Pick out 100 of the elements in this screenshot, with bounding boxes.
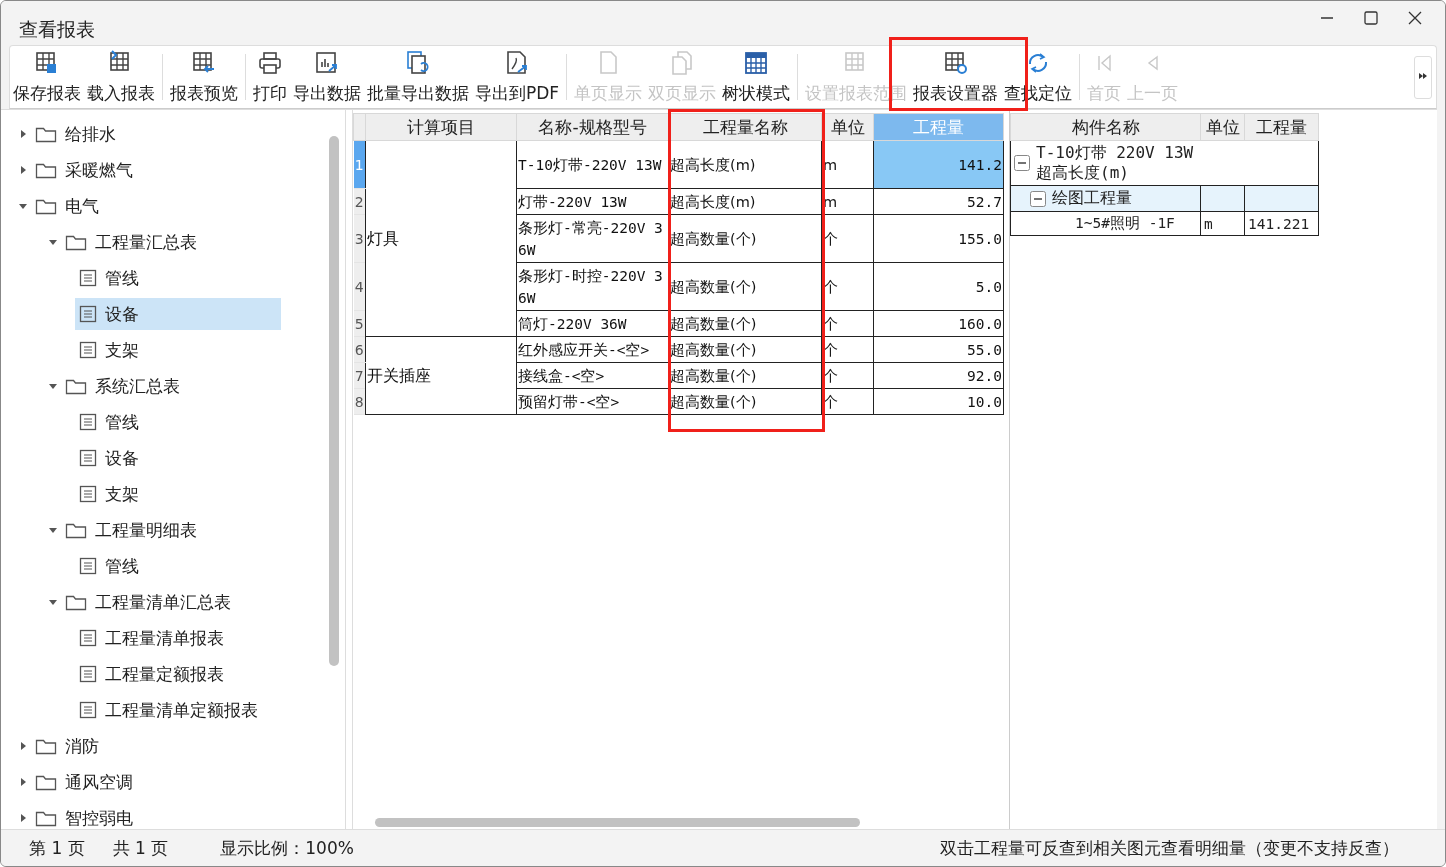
list-icon (79, 449, 97, 467)
tree-item[interactable]: 管线 (75, 262, 145, 294)
expand-arrow-icon[interactable] (48, 597, 58, 607)
collapse-arrow-icon[interactable] (18, 129, 28, 139)
table-cell: 超高长度(m) (668, 140, 822, 189)
row-number[interactable]: 8 (353, 388, 366, 415)
list-icon (79, 485, 97, 503)
table-cell: 10.0 (873, 388, 1004, 415)
collapse-arrow-icon[interactable] (18, 777, 28, 787)
expand-arrow-icon[interactable] (48, 237, 58, 247)
expand-arrow-icon[interactable] (18, 201, 28, 211)
table-cell: 141.221 (1244, 211, 1319, 236)
tree-item[interactable]: 工程量清单汇总表 (61, 586, 237, 618)
toolbar-button[interactable]: 报表预览 (167, 48, 241, 106)
tree-item[interactable]: 工程量清单定额报表 (75, 694, 264, 726)
tree-item[interactable]: 支架 (75, 478, 145, 510)
table-settings-icon (942, 50, 969, 76)
tree-item[interactable]: 智控弱电 (31, 802, 139, 829)
row-number[interactable]: 6 (353, 336, 366, 363)
list-icon (79, 665, 97, 683)
table-cell: 55.0 (873, 336, 1004, 363)
table-cell: 超高数量(个) (668, 388, 822, 415)
tree-node-text: T-10灯带 220V 13W (1036, 143, 1194, 163)
tree-item[interactable]: 管线 (75, 550, 145, 582)
tree-node-text: 超高长度(m) (1036, 163, 1130, 183)
toolbar-button[interactable]: 报表设置器 (910, 48, 1002, 106)
row-number[interactable]: 3 (353, 214, 366, 263)
table-cell: 5.0 (873, 262, 1004, 311)
column-header[interactable]: 构件名称 (1010, 113, 1201, 141)
toolbar-button[interactable]: 导出数据 (290, 48, 364, 106)
tree-item[interactable]: 通风空调 (31, 766, 139, 798)
chart-export-icon (314, 50, 340, 76)
tree-item[interactable]: 设备 (75, 442, 145, 474)
collapse-arrow-icon[interactable] (18, 813, 28, 823)
toolbar-button[interactable]: 打印 (250, 48, 290, 106)
column-header[interactable]: 工程量名称 (668, 113, 822, 141)
list-icon (79, 557, 97, 575)
table-cell: 92.0 (873, 362, 1004, 389)
folder-icon (35, 737, 57, 755)
row-number[interactable]: 4 (353, 262, 366, 311)
tree-item[interactable]: 系统汇总表 (61, 370, 186, 402)
list-icon (79, 701, 97, 719)
tree-item[interactable]: 给排水 (31, 118, 122, 150)
page-number: 第 1 页 (29, 836, 85, 860)
scrollbar-thumb[interactable] (375, 817, 860, 827)
toolbar-button[interactable]: 载入报表 (84, 48, 158, 106)
tree-item[interactable]: 工程量清单报表 (75, 622, 230, 654)
expand-arrow-icon[interactable] (48, 525, 58, 535)
toolbar-button[interactable]: 批量导出数据 (364, 48, 472, 106)
maximize-button[interactable] (1363, 10, 1379, 26)
collapse-arrow-icon[interactable] (18, 165, 28, 175)
table-cell: 超高长度(m) (668, 188, 822, 215)
table-cell: 超高数量(个) (668, 362, 822, 389)
toolbar-button[interactable]: 保存报表 (10, 48, 84, 106)
table-cell: 超高数量(个) (668, 262, 822, 311)
page-count: 共 1 页 (112, 836, 169, 860)
double-arrow-icon (1418, 70, 1428, 81)
tree-item[interactable]: 管线 (75, 406, 145, 438)
tree-item[interactable]: 工程量汇总表 (61, 226, 203, 258)
table-cell: 141.2 (873, 140, 1004, 189)
folder-icon (35, 809, 57, 827)
toolbar-button[interactable]: 树状模式 (719, 48, 794, 106)
printer-icon (257, 50, 283, 76)
column-header[interactable]: 工程量 (1244, 113, 1319, 141)
table-icon (743, 50, 770, 76)
table-cell: 超高数量(个) (668, 336, 822, 363)
tree-item[interactable]: 支架 (75, 334, 145, 366)
more-button[interactable] (1414, 55, 1432, 99)
toolbar-button[interactable]: 导出到PDF (472, 48, 563, 106)
tree-item[interactable]: 工程量定额报表 (75, 658, 230, 690)
documents-icon (405, 50, 431, 76)
table-cell: 155.0 (873, 214, 1004, 263)
row-number[interactable]: 7 (353, 362, 366, 389)
close-button[interactable] (1407, 10, 1423, 26)
folder-icon (35, 197, 57, 215)
tree-item[interactable]: 消防 (31, 730, 105, 762)
collapse-arrow-icon[interactable] (18, 741, 28, 751)
folder-icon (65, 521, 87, 539)
tree-item[interactable]: 工程量明细表 (61, 514, 203, 546)
folder-icon (35, 161, 57, 179)
tree-item[interactable]: 设备 (75, 298, 281, 330)
collapse-icon[interactable] (1030, 190, 1046, 207)
tree-item[interactable]: 采暖燃气 (31, 154, 139, 186)
column-header[interactable]: 计算项目 (365, 113, 517, 141)
tree-item[interactable]: 电气 (31, 190, 105, 222)
row-number[interactable]: 2 (353, 188, 366, 215)
list-icon (79, 341, 97, 359)
folder-icon (35, 773, 57, 791)
column-header[interactable]: 单位 (1200, 113, 1245, 141)
row-number[interactable]: 5 (353, 310, 366, 337)
table-cell: 52.7 (873, 188, 1004, 215)
table-cell: 超高数量(个) (668, 214, 822, 263)
folder-icon (35, 125, 57, 143)
list-icon (79, 413, 97, 431)
table-cell: 超高数量(个) (668, 310, 822, 337)
expand-arrow-icon[interactable] (48, 381, 58, 391)
scrollbar-thumb[interactable] (329, 136, 339, 666)
collapse-icon[interactable] (1014, 155, 1030, 171)
column-header[interactable]: 名称-规格型号 (516, 113, 669, 141)
list-icon (79, 269, 97, 287)
